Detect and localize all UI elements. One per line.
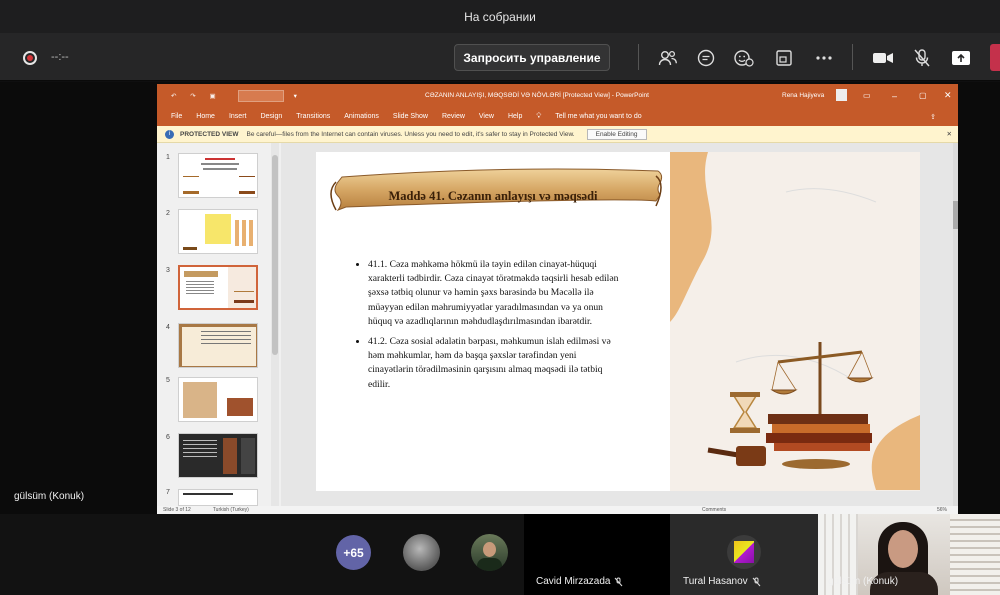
slide-thumbnail-6[interactable] xyxy=(178,433,258,478)
canvas-scrollbar[interactable] xyxy=(953,143,958,506)
protected-view-bar: i PROTECTED VIEW Be careful—files from t… xyxy=(157,126,958,143)
microphone-muted-icon[interactable] xyxy=(910,47,934,69)
tab-home[interactable]: Home xyxy=(196,113,215,120)
close-icon[interactable]: ✕ xyxy=(944,90,952,101)
thumb-number: 1 xyxy=(166,154,170,161)
tab-view[interactable]: View xyxy=(479,113,494,120)
slide-thumbnail-3-selected[interactable] xyxy=(178,265,258,310)
avatar-tural xyxy=(727,535,761,569)
slide-thumbnail-5[interactable] xyxy=(178,377,258,422)
participant-name-label: gülsüm (Konuk) xyxy=(828,576,898,587)
rooms-icon[interactable] xyxy=(772,47,796,69)
status-language: Turkish (Turkey) xyxy=(212,507,249,513)
thumb-number: 3 xyxy=(166,267,170,274)
quick-access-icons: ↶ ↷ ▣ xyxy=(171,92,222,100)
minimize-icon[interactable]: – xyxy=(892,91,897,101)
camera-icon[interactable] xyxy=(871,47,895,69)
share-icon[interactable]: ⇪ xyxy=(930,113,936,121)
toolbar-divider xyxy=(638,44,639,70)
protected-view-message: Be careful—files from the Internet can c… xyxy=(246,130,575,138)
ppt-title-bar: ↶ ↷ ▣ ▾ CƏZANIN ANLAYIŞI, MƏQSƏDİ VƏ NÖV… xyxy=(157,84,958,107)
participant-name: Tural Hasanov xyxy=(683,576,748,587)
reactions-icon[interactable] xyxy=(732,47,756,69)
close-bar-icon[interactable]: ✕ xyxy=(947,130,952,138)
participant-name-label: Cavid Mirzazada xyxy=(536,576,623,587)
avatar-cat xyxy=(403,534,440,571)
tab-file[interactable]: File xyxy=(171,113,182,120)
enable-editing-button[interactable]: Enable Editing xyxy=(586,128,647,140)
ppt-user-name: Rena Hajiyeva xyxy=(782,92,825,99)
slide-thumbnail-2[interactable] xyxy=(178,209,258,254)
thumbnail-scrollbar[interactable] xyxy=(271,143,279,506)
tab-help[interactable]: Help xyxy=(508,113,522,120)
mic-off-icon xyxy=(615,577,623,586)
lightbulb-icon: 💡︎ xyxy=(536,112,542,120)
user-avatar[interactable] xyxy=(836,89,847,101)
customize-icon[interactable]: ▾ xyxy=(294,92,297,100)
recording-indicator-icon xyxy=(23,51,37,65)
slide-bullet-2: 41.2. Cəza sosial ədalətin bərpası, məhk… xyxy=(368,335,622,392)
leave-button[interactable] xyxy=(990,44,1000,71)
ribbon-display-icon[interactable]: ▭ xyxy=(863,91,871,100)
tab-design[interactable]: Design xyxy=(260,113,282,120)
shared-screen: ↶ ↷ ▣ ▾ CƏZANIN ANLAYIŞI, MƏQSƏDİ VƏ NÖV… xyxy=(157,84,958,514)
status-zoom[interactable]: 56% xyxy=(937,507,947,513)
chat-icon[interactable] xyxy=(694,47,718,69)
slide-bullet-list: 41.1. Cəza məhkəmə hökmü ilə təyin edilə… xyxy=(354,258,622,398)
avatar-person xyxy=(471,534,508,571)
tell-me-box[interactable]: Tell me what you want to do xyxy=(555,113,641,120)
meeting-title-bar: На собрании xyxy=(0,0,1000,33)
status-comments[interactable]: Comments xyxy=(702,507,726,513)
more-participants-badge[interactable]: +65 xyxy=(336,535,371,570)
slide-thumbnails-pane: 1 2 3 4 5 6 7 xyxy=(157,143,281,506)
thumb-number: 7 xyxy=(166,489,170,496)
tab-slide-show[interactable]: Slide Show xyxy=(393,113,428,120)
slide-thumbnail-7[interactable] xyxy=(178,489,258,506)
thumb-number: 4 xyxy=(166,324,170,331)
status-slide-count: Slide 3 of 12 xyxy=(163,507,191,513)
share-screen-icon[interactable] xyxy=(949,47,973,69)
tab-insert[interactable]: Insert xyxy=(229,113,247,120)
request-control-button[interactable]: Запросить управление xyxy=(454,44,610,71)
participant-name: gülsüm (Konuk) xyxy=(828,576,899,587)
restore-icon[interactable]: ▢ xyxy=(919,91,927,100)
ppt-doc-title: CƏZANIN ANLAYIŞI, MƏQSƏDİ VƏ NÖVLƏRİ [Pr… xyxy=(425,92,649,99)
thumb-number: 2 xyxy=(166,210,170,217)
stage-participant-label: gülsüm (Konuk) xyxy=(14,491,85,502)
slide-thumbnail-4[interactable] xyxy=(178,323,258,368)
ppt-status-bar: Slide 3 of 12 Turkish (Turkey) Comments … xyxy=(157,506,958,514)
tab-review[interactable]: Review xyxy=(442,113,465,120)
meeting-timer: --:-- xyxy=(51,51,69,63)
info-shield-icon: i xyxy=(165,129,174,139)
font-box[interactable] xyxy=(237,89,284,102)
tab-animations[interactable]: Animations xyxy=(344,113,379,120)
canvas-scrollbar-thumb[interactable] xyxy=(953,201,958,229)
slide-bullet-1: 41.1. Cəza məhkəmə hökmü ilə təyin edilə… xyxy=(368,258,622,329)
meeting-title: На собрании xyxy=(464,9,536,24)
thumb-number: 6 xyxy=(166,434,170,441)
ppt-ribbon-tabs: File Home Insert Design Transitions Anim… xyxy=(157,107,958,126)
thumb-number: 5 xyxy=(166,377,170,384)
scrollbar-thumb[interactable] xyxy=(272,155,278,355)
toolbar-divider xyxy=(852,44,853,70)
participant-name: Cavid Mirzazada xyxy=(536,576,611,587)
slide-heading: Maddə 41. Cəzanın anlayışı və məqsədi xyxy=(388,189,598,203)
participant-name-label: Tural Hasanov xyxy=(683,576,761,587)
slide-thumbnail-1[interactable] xyxy=(178,153,258,198)
current-slide: Maddə 41. Cəzanın anlayışı və məqsədi 41… xyxy=(316,152,920,491)
tab-transitions[interactable]: Transitions xyxy=(296,113,330,120)
protected-view-label: PROTECTED VIEW xyxy=(180,130,239,138)
participants-icon[interactable] xyxy=(656,47,680,69)
more-options-icon[interactable] xyxy=(812,47,836,69)
mic-off-icon xyxy=(752,577,761,586)
